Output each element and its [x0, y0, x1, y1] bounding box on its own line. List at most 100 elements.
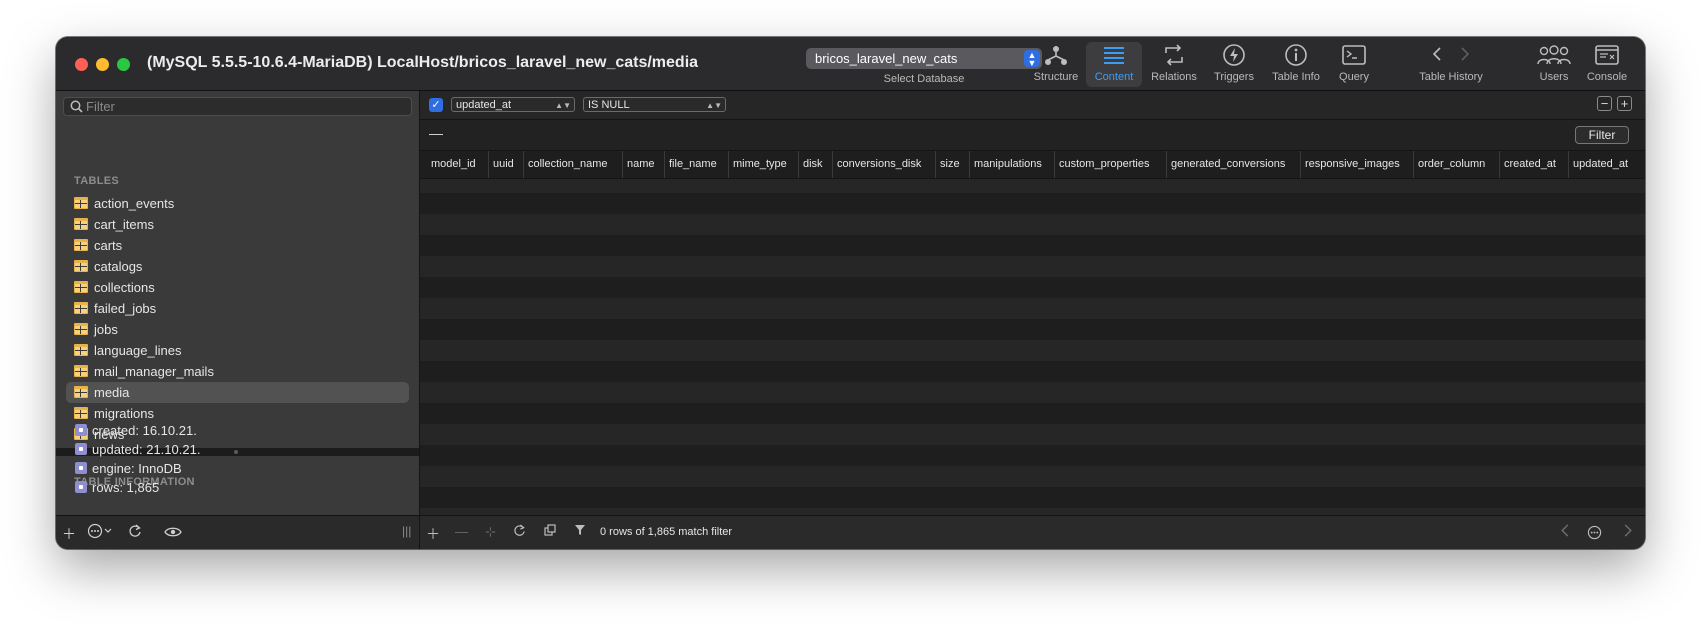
table-icon: [74, 365, 88, 377]
table-item[interactable]: action_events: [66, 193, 409, 214]
sidebar-filter: [63, 97, 412, 116]
table-icon: [74, 218, 88, 230]
table-history: Table History: [1411, 42, 1491, 87]
column-header[interactable]: custom_properties: [1054, 151, 1166, 178]
previous-page-button[interactable]: [1561, 524, 1569, 540]
filter-field-select[interactable]: updated_at ▲▼: [451, 97, 575, 112]
tab-table-info[interactable]: Table Info: [1267, 42, 1325, 87]
info-item-icon: [75, 481, 87, 493]
add-table-button[interactable]: ＋: [62, 524, 76, 544]
table-filter-input[interactable]: [86, 98, 406, 115]
table-icon: [74, 260, 88, 272]
chevron-right-icon: [1461, 46, 1470, 61]
table-icon: [74, 239, 88, 251]
column-header[interactable]: created_at: [1499, 151, 1568, 178]
history-back-button[interactable]: [1423, 46, 1451, 64]
relations-icon: [1146, 42, 1202, 68]
export-button[interactable]: [544, 524, 556, 539]
tab-content[interactable]: Content: [1086, 42, 1142, 87]
copy-icon: [544, 524, 556, 536]
refresh-tables-button[interactable]: [128, 524, 142, 541]
duplicate-row-icon[interactable]: ⊹: [485, 524, 496, 540]
apply-filter-button[interactable]: Filter: [1575, 126, 1629, 144]
content-grid[interactable]: model_id uuid collection_name name file_…: [420, 151, 1645, 515]
triggers-icon: [1206, 42, 1262, 68]
tab-structure[interactable]: Structure: [1028, 42, 1084, 87]
table-icon: [74, 407, 88, 419]
column-header[interactable]: disk: [798, 151, 832, 178]
title-bar: (MySQL 5.5.5-10.6.4-MariaDB) LocalHost/b…: [56, 37, 1645, 91]
table-icon: [74, 197, 88, 209]
column-header[interactable]: model_id: [427, 151, 488, 178]
add-filter-button[interactable]: +: [1617, 96, 1632, 111]
chevron-right-icon: [1624, 524, 1632, 537]
filter-enabled-checkbox[interactable]: ✓: [429, 98, 443, 112]
column-header[interactable]: generated_conversions: [1166, 151, 1300, 178]
row-count-status: 0 rows of 1,865 match filter: [600, 526, 733, 538]
next-page-button[interactable]: [1624, 524, 1632, 540]
column-header[interactable]: name: [622, 151, 664, 178]
table-icon: [74, 344, 88, 356]
table-item[interactable]: failed_jobs: [66, 298, 409, 319]
column-header[interactable]: mime_type: [728, 151, 798, 178]
tab-query[interactable]: Query: [1331, 42, 1377, 87]
console-icon: [1581, 42, 1633, 68]
table-icon: [74, 302, 88, 314]
filter-operator-select[interactable]: IS NULL ▲▼: [583, 97, 726, 112]
table-item[interactable]: carts: [66, 235, 409, 256]
minimize-window-button[interactable]: [96, 58, 109, 71]
table-list: action_events cart_items carts catalogs …: [66, 193, 409, 445]
select-arrows-icon: ▲▼: [706, 101, 722, 110]
window-title: (MySQL 5.5.5-10.6.4-MariaDB) LocalHost/b…: [147, 54, 699, 71]
info-item: rows: 1,865: [74, 478, 404, 497]
content-bottom-bar: ＋ — ⊹ 0 rows of 1,865 match filter: [420, 515, 1645, 549]
column-header[interactable]: uuid: [488, 151, 523, 178]
column-header[interactable]: file_name: [664, 151, 728, 178]
console-button[interactable]: Console: [1581, 42, 1633, 87]
ellipsis-circle-icon: [87, 523, 112, 539]
table-item[interactable]: jobs: [66, 319, 409, 340]
ellipsis-circle-icon: [1587, 525, 1602, 540]
window-controls: [75, 58, 130, 71]
zoom-window-button[interactable]: [117, 58, 130, 71]
delete-row-button[interactable]: —: [455, 524, 468, 539]
table-icon: [74, 323, 88, 335]
table-actions-menu[interactable]: [87, 523, 113, 542]
content-icon: [1086, 42, 1142, 68]
column-header[interactable]: conversions_disk: [832, 151, 935, 178]
tab-relations[interactable]: Relations: [1146, 42, 1202, 87]
users-icon: [1534, 42, 1574, 68]
database-select[interactable]: bricos_laravel_new_cats ▲ ▼: [806, 48, 1042, 69]
table-item[interactable]: collections: [66, 277, 409, 298]
filter-toggle-button[interactable]: [574, 524, 586, 539]
table-item[interactable]: language_lines: [66, 340, 409, 361]
column-header[interactable]: responsive_images: [1300, 151, 1413, 178]
chevron-left-icon: [1561, 524, 1569, 537]
users-button[interactable]: Users: [1534, 42, 1574, 87]
table-item[interactable]: catalogs: [66, 256, 409, 277]
grid-header: model_id uuid collection_name name file_…: [420, 151, 1645, 179]
close-window-button[interactable]: [75, 58, 88, 71]
tables-header: TABLES: [74, 175, 119, 187]
add-row-button[interactable]: ＋: [426, 524, 440, 544]
table-item[interactable]: cart_items: [66, 214, 409, 235]
refresh-button[interactable]: [513, 524, 526, 540]
info-item-icon: [75, 443, 87, 455]
remove-filter-button[interactable]: −: [1597, 96, 1612, 111]
column-header[interactable]: order_column: [1413, 151, 1499, 178]
pagination-menu-button[interactable]: [1587, 525, 1602, 543]
table-item[interactable]: mail_manager_mails: [66, 361, 409, 382]
show-hidden-button[interactable]: [164, 525, 182, 541]
column-header[interactable]: manipulations: [969, 151, 1054, 178]
sidebar-bottom-bar: ＋ |||: [56, 515, 420, 549]
column-header[interactable]: updated_at: [1568, 151, 1645, 178]
column-header[interactable]: size: [935, 151, 969, 178]
table-information: created: 16.10.21. updated: 21.10.21. en…: [74, 421, 404, 515]
funnel-icon: [575, 525, 585, 535]
tab-triggers[interactable]: Triggers: [1206, 42, 1262, 87]
table-item-selected[interactable]: media: [66, 382, 409, 403]
column-header[interactable]: collection_name: [523, 151, 622, 178]
filter-bar: ✓ updated_at ▲▼ IS NULL ▲▼ − +: [420, 91, 1645, 120]
resize-handle-icon[interactable]: |||: [402, 524, 411, 538]
history-forward-button[interactable]: [1451, 46, 1479, 64]
